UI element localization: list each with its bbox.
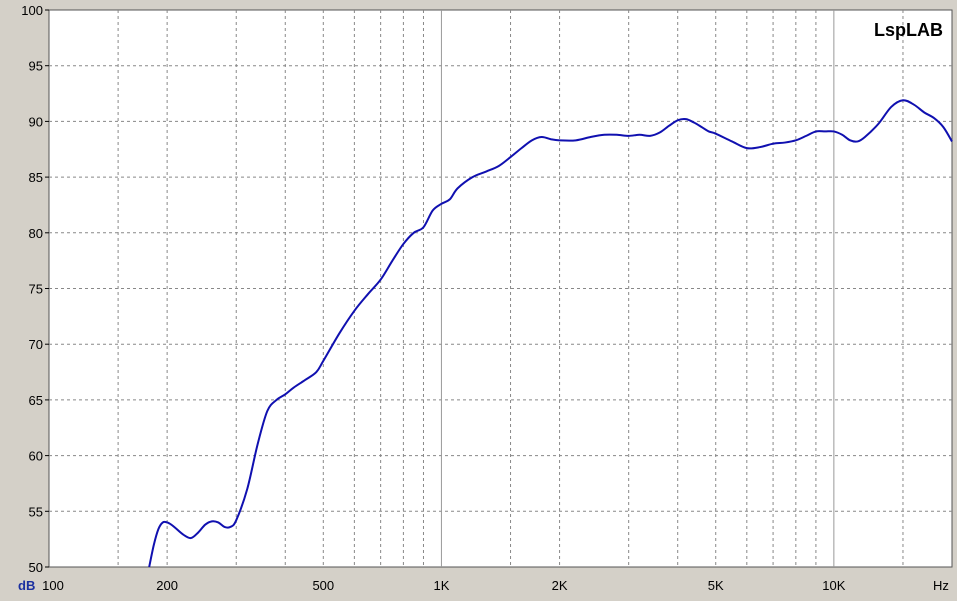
y-tick-labels: 50 55 60 65 70 75 80 85 90 95 100 [21, 3, 49, 575]
y-tick-label: 50 [29, 560, 43, 575]
frequency-response-chart: 50 55 60 65 70 75 80 85 90 95 100 100 200 500 1K 2K 5K 1… [0, 0, 957, 596]
x-tick-label: 1K [433, 578, 449, 593]
x-tick-labels: 100 200 500 1K 2K 5K 10K [42, 578, 846, 593]
y-tick-label: 70 [29, 337, 43, 352]
x-tick-label: 100 [42, 578, 64, 593]
y-tick-label: 80 [29, 226, 43, 241]
x-tick-label: 500 [312, 578, 334, 593]
y-tick-label: 75 [29, 282, 43, 297]
x-tick-label: 10K [822, 578, 845, 593]
x-axis-unit-label: Hz [933, 578, 949, 593]
y-axis-unit-label: dB [18, 578, 35, 593]
brand-label: LspLAB [874, 20, 943, 40]
y-tick-label: 90 [29, 114, 43, 129]
x-tick-label: 200 [156, 578, 178, 593]
y-tick-label: 55 [29, 504, 43, 519]
y-tick-label: 95 [29, 59, 43, 74]
x-tick-label: 2K [552, 578, 568, 593]
x-tick-label: 5K [708, 578, 724, 593]
y-tick-label: 85 [29, 170, 43, 185]
y-tick-label: 60 [29, 449, 43, 464]
y-tick-label: 65 [29, 393, 43, 408]
chart-svg: 50556065707580859095100 100 200 500 1K 2K 5K 1… [18, 3, 953, 593]
y-tick-label: 100 [21, 3, 43, 18]
